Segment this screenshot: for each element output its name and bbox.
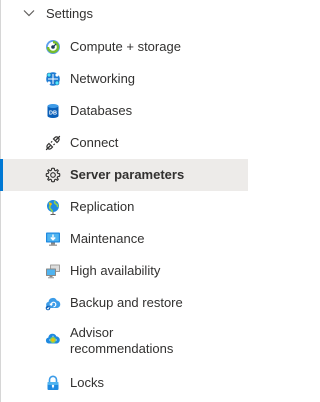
nav-item-databases[interactable]: DB Databases (1, 95, 248, 127)
nav-item-label: Maintenance (70, 231, 145, 246)
compute-storage-icon (46, 40, 60, 54)
nav-item-label: Replication (70, 199, 135, 214)
nav-item-locks[interactable]: Locks (1, 367, 248, 399)
nav-item-label: Advisor recommendations (70, 325, 174, 356)
nav-item-high-availability[interactable]: High availability (1, 255, 248, 287)
settings-nav: Settings Compute + storage Networking DB (0, 0, 248, 402)
nav-item-label: Backup and restore (70, 295, 183, 310)
nav-item-compute-storage[interactable]: Compute + storage (1, 31, 248, 63)
nav-item-advisor-recommendations[interactable]: Advisor recommendations (1, 319, 248, 363)
nav-item-label: Databases (70, 103, 133, 118)
section-title: Settings (46, 6, 93, 21)
nav-item-backup-restore[interactable]: Backup and restore (1, 287, 248, 319)
lock-icon (47, 375, 59, 390)
networking-icon (46, 72, 60, 86)
replication-icon (47, 200, 59, 215)
nav-item-label: High availability (70, 263, 161, 278)
nav-item-label: Connect (70, 135, 119, 150)
databases-icon: DB (47, 104, 59, 118)
nav-item-networking[interactable]: Networking (1, 63, 248, 95)
nav-item-label: Server parameters (70, 167, 185, 182)
maintenance-icon (46, 232, 60, 246)
nav-item-label: Compute + storage (70, 39, 181, 54)
nav-item-label: Networking (70, 71, 136, 86)
backup-restore-icon (45, 297, 61, 311)
advisor-icon (45, 333, 60, 344)
high-availability-icon (46, 264, 60, 279)
nav-item-connect[interactable]: Connect (1, 127, 248, 159)
chevron-down-icon (23, 10, 35, 17)
nav-item-server-parameters[interactable]: Server parameters (0, 159, 248, 191)
nav-item-maintenance[interactable]: Maintenance (1, 223, 248, 255)
gear-icon (45, 167, 61, 183)
nav-item-label: Locks (70, 375, 104, 390)
settings-section-header[interactable]: Settings (1, 0, 248, 28)
svg-text:DB: DB (49, 111, 57, 117)
connect-icon (45, 135, 61, 151)
nav-item-replication[interactable]: Replication (1, 191, 248, 223)
